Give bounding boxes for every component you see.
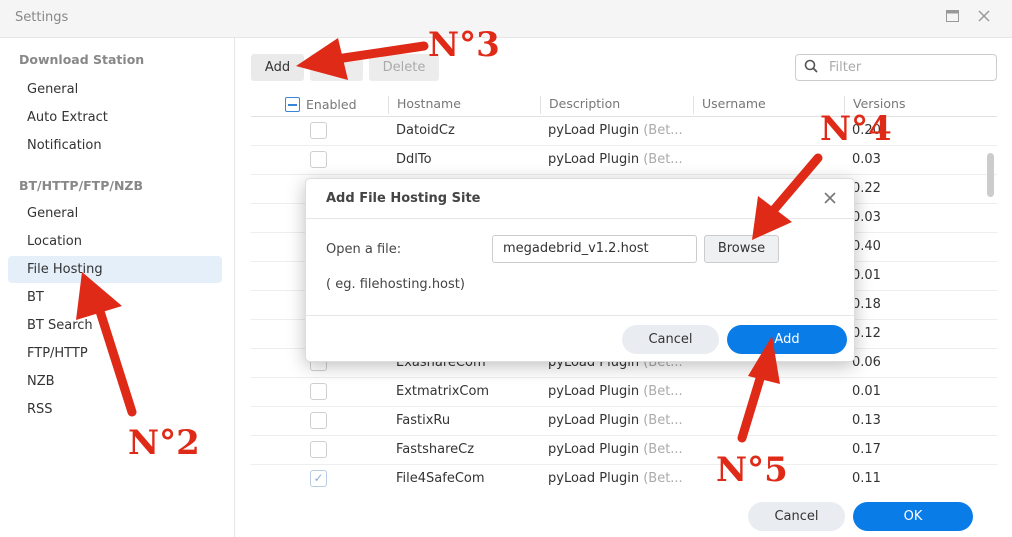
description-text: pyLoad Plugin [548,384,640,399]
table-row[interactable]: DdlTo pyLoad Plugin (Bet... 0.03 [251,146,997,175]
sidebar-item-file-hosting[interactable]: File Hosting [8,256,222,283]
add-button[interactable]: Add [251,54,304,81]
add-file-hosting-dialog: Add File Hosting Site Open a file: megad… [305,178,855,362]
description-cell: pyLoad Plugin (Bet... [548,152,683,167]
table-row[interactable]: ✓ File4SafeCom pyLoad Plugin (Bet... 0.11 [251,465,997,493]
description-suffix: (Bet... [643,384,683,399]
select-all-checkbox[interactable] [285,97,300,112]
version-cell: 0.13 [852,413,881,428]
sidebar-item-nzb[interactable]: NZB [8,368,222,395]
description-text: pyLoad Plugin [548,123,640,138]
enabled-checkbox[interactable] [310,151,327,168]
description-suffix: (Bet... [643,123,683,138]
ok-button[interactable]: OK [853,502,973,531]
sidebar-item-general[interactable]: General [8,76,222,103]
column-username[interactable]: Username [693,96,844,114]
description-cell: pyLoad Plugin (Bet... [548,384,683,399]
description-text: pyLoad Plugin [548,413,640,428]
cancel-button[interactable]: Cancel [748,502,845,531]
description-suffix: (Bet... [643,442,683,457]
sidebar-item-rss[interactable]: RSS [8,396,222,423]
version-cell: 0.11 [852,471,881,486]
version-cell: 0.22 [852,181,881,196]
file-path-field[interactable]: megadebrid_v1.2.host [492,235,697,263]
table-header: Enabled Hostname Description Username Ve… [251,93,997,117]
description-suffix: (Bet... [643,471,683,486]
table-scrollbar[interactable] [987,153,994,197]
description-cell: pyLoad Plugin (Bet... [548,471,683,486]
delete-button[interactable]: Delete [369,54,439,81]
version-cell: 0.03 [852,152,881,167]
search-icon [804,59,818,77]
dialog-add-button[interactable]: Add [727,325,847,354]
version-cell: 0.01 [852,268,881,283]
sidebar-section-header: Download Station [19,52,145,67]
version-cell: 0.12 [852,326,881,341]
description-text: pyLoad Plugin [548,152,640,167]
column-description[interactable]: Description [540,96,693,114]
sidebar-item-bt[interactable]: BT [8,284,222,311]
table-row[interactable]: FastixRu pyLoad Plugin (Bet... 0.13 [251,407,997,436]
sidebar-item-general[interactable]: General [8,200,222,227]
version-cell: 0.03 [852,210,881,225]
description-text: pyLoad Plugin [548,442,640,457]
version-cell: 0.18 [852,297,881,312]
close-icon[interactable] [978,10,990,26]
description-text: pyLoad Plugin [548,471,640,486]
sidebar-item-notification[interactable]: Notification [8,132,222,159]
filter-input[interactable]: Filter [795,54,997,81]
enabled-checkbox[interactable]: ✓ [310,470,327,487]
enabled-checkbox[interactable] [310,441,327,458]
column-versions[interactable]: Versions [844,96,980,114]
hostname-cell: FastixRu [396,413,451,428]
hostname-cell: ExtmatrixCom [396,384,490,399]
sidebar-item-ftp-http[interactable]: FTP/HTTP [8,340,222,367]
column-hostname[interactable]: Hostname [388,96,540,114]
maximize-icon[interactable] [946,10,959,26]
dialog-close-icon[interactable] [824,189,836,208]
dialog-title: Add File Hosting Site [326,191,481,206]
hostname-cell: FastshareCz [396,442,475,457]
sidebar-item-bt-search[interactable]: BT Search [8,312,222,339]
enabled-checkbox[interactable] [310,122,327,139]
file-hint: ( eg. filehosting.host) [326,277,465,292]
window-title: Settings [15,10,69,25]
hostname-cell: File4SafeCom [396,471,485,486]
description-suffix: (Bet... [643,413,683,428]
open-file-label: Open a file: [326,242,402,257]
sidebar-item-location[interactable]: Location [8,228,222,255]
dialog-footer-divider [306,315,854,316]
dialog-cancel-button[interactable]: Cancel [622,325,719,354]
description-cell: pyLoad Plugin (Bet... [548,123,683,138]
filter-placeholder: Filter [829,60,862,75]
version-cell: 0.17 [852,442,881,457]
description-cell: pyLoad Plugin (Bet... [548,413,683,428]
description-cell: pyLoad Plugin (Bet... [548,442,683,457]
hostname-cell: DatoidCz [396,123,455,138]
column-enabled[interactable]: Enabled [306,97,357,112]
description-suffix: (Bet... [643,152,683,167]
hostname-cell: DdlTo [396,152,432,167]
table-row[interactable]: FastshareCz pyLoad Plugin (Bet... 0.17 [251,436,997,465]
enabled-checkbox[interactable] [310,412,327,429]
version-cell: 0.40 [852,239,881,254]
sidebar-section-header: BT/HTTP/FTP/NZB [19,178,143,193]
edit-button[interactable] [310,54,363,81]
dialog-divider [306,218,854,219]
table-row[interactable]: DatoidCz pyLoad Plugin (Bet... 0.20 [251,117,997,146]
window-titlebar: Settings [0,0,1012,38]
browse-button[interactable]: Browse [704,235,779,263]
version-cell: 0.20 [852,123,881,138]
enabled-checkbox[interactable] [310,383,327,400]
table-row[interactable]: ExtmatrixCom pyLoad Plugin (Bet... 0.01 [251,378,997,407]
settings-sidebar: Download Station General Auto Extract Notif… [0,38,235,537]
version-cell: 0.01 [852,384,881,399]
version-cell: 0.06 [852,355,881,370]
sidebar-item-auto-extract[interactable]: Auto Extract [8,104,222,131]
